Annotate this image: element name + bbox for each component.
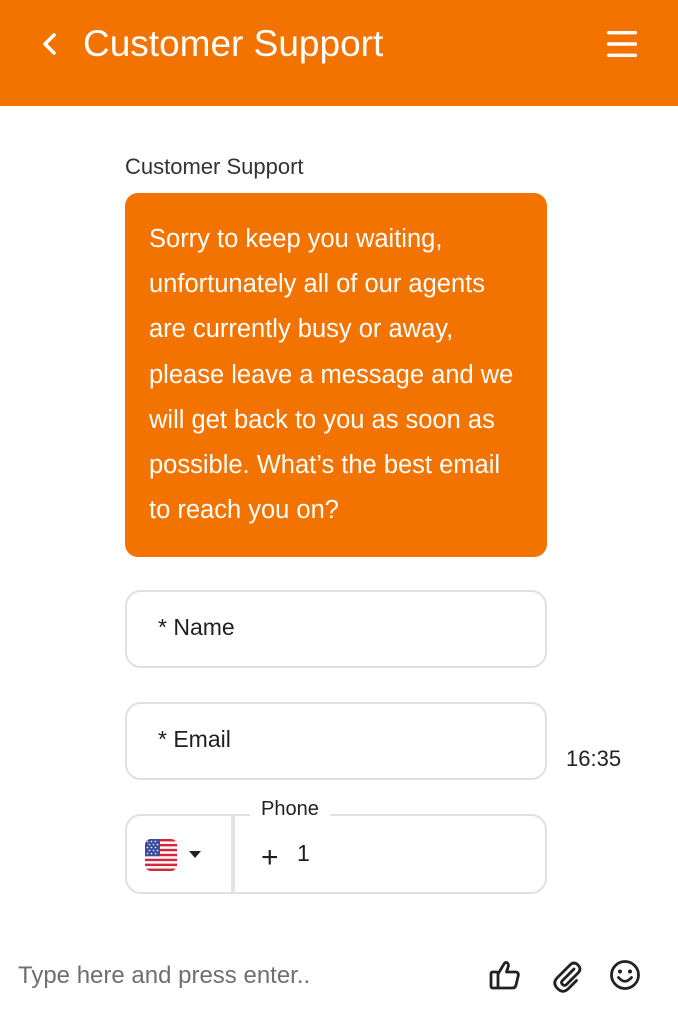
phone-number-input[interactable]: + 1 [235, 816, 545, 892]
page-title: Customer Support [83, 23, 384, 64]
message-timestamp: 16:35 [566, 746, 622, 771]
phone-field: + 1 [125, 814, 547, 894]
emoji-icon [610, 960, 640, 990]
chat-widget: Customer Support Customer Support Sorry … [0, 0, 678, 1014]
country-code-select[interactable] [127, 816, 231, 892]
name-placeholder: * Name [158, 614, 235, 640]
attach-file-button[interactable] [547, 955, 587, 995]
dial-code: 1 [297, 840, 310, 866]
agent-message-bubble: Sorry to keep you waiting, unfortunately… [125, 193, 547, 557]
paperclip-icon [553, 961, 582, 993]
message-input[interactable] [18, 956, 468, 996]
thumbs-up-button[interactable] [485, 955, 525, 995]
back-button[interactable] [32, 22, 68, 66]
hamburger-menu-icon [607, 31, 637, 57]
header-bar: Customer Support [0, 0, 678, 106]
message-sender: Customer Support [125, 154, 304, 179]
menu-button[interactable] [600, 24, 644, 64]
name-field[interactable]: * Name [125, 590, 547, 668]
email-field[interactable]: * Email [125, 702, 547, 780]
message-text: Sorry to keep you waiting, unfortunately… [149, 225, 514, 525]
thumbs-up-icon [489, 961, 520, 990]
us-flag-icon [145, 839, 177, 871]
emoji-button[interactable] [605, 955, 645, 995]
email-placeholder: * Email [158, 726, 231, 752]
plus-sign: + [261, 841, 279, 874]
caret-down-icon [189, 851, 201, 858]
phone-label: Phone [250, 796, 330, 822]
chevron-left-icon [43, 33, 56, 55]
